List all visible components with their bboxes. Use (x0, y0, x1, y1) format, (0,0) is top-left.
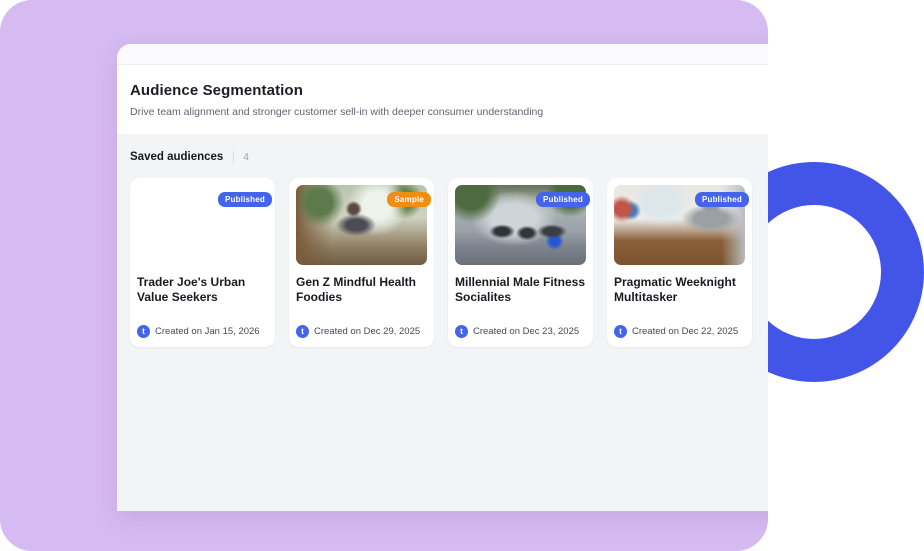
window-topbar (117, 44, 768, 65)
audience-cards-row: Published Trader Joe's Urban Value Seeke… (130, 178, 768, 347)
card-figure: Published (455, 185, 590, 265)
saved-audiences-label: Saved audiences (130, 151, 224, 163)
page-subtitle: Drive team alignment and stronger custom… (130, 106, 544, 118)
created-date: Created on Dec 29, 2025 (314, 326, 421, 337)
page-header: Audience Segmentation Drive team alignme… (117, 65, 768, 134)
creator-avatar: t (455, 325, 468, 338)
audience-card[interactable]: Published Millennial Male Fitness Social… (448, 178, 593, 347)
creator-avatar: t (614, 325, 627, 338)
card-footer: t Created on Dec 23, 2025 (455, 325, 586, 340)
audience-card[interactable]: Published Trader Joe's Urban Value Seeke… (130, 178, 275, 347)
saved-audiences-count: 4 (243, 151, 249, 163)
card-footer: t Created on Dec 29, 2025 (296, 325, 427, 340)
status-badge: Published (694, 192, 749, 207)
audience-card[interactable]: Published Pragmatic Weeknight Multitaske… (607, 178, 752, 347)
creator-avatar: t (137, 325, 150, 338)
created-date: Created on Jan 15, 2026 (155, 326, 260, 337)
saved-audiences-section: Saved audiences 4 Published Trader Joe's… (117, 134, 768, 511)
created-date: Created on Dec 23, 2025 (473, 326, 580, 337)
app-window: Audience Segmentation Drive team alignme… (117, 44, 768, 511)
purple-canvas: Audience Segmentation Drive team alignme… (0, 0, 768, 551)
card-title: Millennial Male Fitness Socialites (455, 275, 586, 304)
card-title: Gen Z Mindful Health Foodies (296, 275, 416, 304)
card-figure: Sample (296, 185, 431, 265)
card-title: Pragmatic Weeknight Multitasker (614, 275, 736, 304)
card-title: Trader Joe's Urban Value Seekers (137, 275, 246, 304)
audience-card[interactable]: Sample Gen Z Mindful Health Foodies t Cr… (289, 178, 434, 347)
card-figure: Published (137, 185, 272, 265)
status-badge: Published (217, 192, 272, 207)
stage: Audience Segmentation Drive team alignme… (0, 0, 924, 551)
status-badge: Sample (387, 192, 431, 207)
card-footer: t Created on Dec 22, 2025 (614, 325, 745, 340)
page-title: Audience Segmentation (130, 82, 303, 99)
card-figure: Published (614, 185, 749, 265)
saved-audiences-row: Saved audiences 4 (130, 151, 768, 163)
card-footer: t Created on Jan 15, 2026 (137, 325, 268, 340)
creator-avatar: t (296, 325, 309, 338)
status-badge: Published (535, 192, 590, 207)
created-date: Created on Dec 22, 2025 (632, 326, 739, 337)
separator (233, 151, 235, 163)
